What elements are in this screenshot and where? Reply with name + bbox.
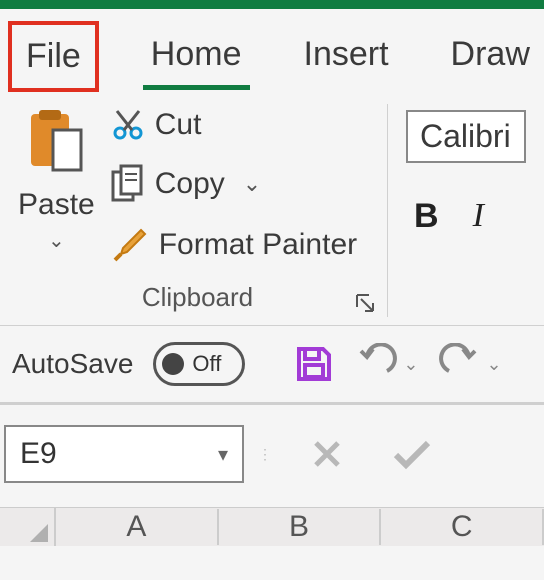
autosave-label: AutoSave: [12, 348, 133, 380]
group-label-clipboard: Clipboard: [8, 282, 387, 313]
tab-home[interactable]: Home: [141, 27, 252, 88]
tab-file[interactable]: File: [8, 21, 99, 92]
cut-button[interactable]: Cut: [111, 108, 357, 142]
quick-access-toolbar: AutoSave Off ⌄ ⌄: [0, 326, 544, 405]
dropdown-icon[interactable]: ▾: [218, 442, 228, 467]
undo-icon: [355, 343, 397, 385]
column-header[interactable]: A: [56, 509, 219, 545]
redo-button[interactable]: ⌄: [439, 343, 502, 385]
copy-button[interactable]: Copy ⌄: [111, 164, 357, 204]
bold-button[interactable]: B: [414, 197, 439, 236]
select-all-triangle[interactable]: [0, 508, 56, 546]
name-box[interactable]: E9 ▾: [4, 425, 244, 483]
save-icon: [293, 343, 335, 385]
chevron-down-icon[interactable]: ⌄: [403, 354, 418, 375]
copy-icon: [111, 164, 145, 204]
chevron-down-icon[interactable]: ⌄: [48, 228, 65, 253]
copy-label: Copy: [155, 167, 225, 201]
chevron-down-icon[interactable]: ⌄: [243, 171, 261, 197]
ribbon: Paste ⌄ Cut: [0, 88, 544, 326]
italic-button[interactable]: I: [473, 197, 484, 236]
cut-label: Cut: [155, 108, 202, 142]
enter-formula-icon[interactable]: [392, 437, 432, 471]
column-headers: A B C: [0, 508, 544, 546]
group-clipboard: Paste ⌄ Cut: [8, 104, 388, 317]
window-title-bar: [0, 0, 544, 9]
cell-reference: E9: [20, 437, 57, 471]
formula-bar: E9 ▾ ⋮: [0, 405, 544, 508]
toggle-knob: [162, 353, 184, 375]
resize-handle[interactable]: ⋮: [260, 425, 270, 483]
column-header[interactable]: B: [219, 509, 382, 545]
clipboard-icon: [25, 108, 87, 178]
tab-draw[interactable]: Draw: [441, 27, 540, 88]
redo-icon: [439, 343, 481, 385]
group-font: Calibri B I: [388, 104, 536, 317]
tab-insert[interactable]: Insert: [294, 27, 399, 88]
paste-label: Paste: [18, 188, 95, 222]
scissors-icon: [111, 108, 145, 142]
format-painter-button[interactable]: Format Painter: [111, 226, 357, 264]
column-header[interactable]: C: [381, 509, 544, 545]
chevron-down-icon[interactable]: ⌄: [487, 354, 502, 375]
font-name-combobox[interactable]: Calibri: [406, 110, 526, 163]
save-button[interactable]: [293, 343, 335, 385]
cancel-formula-icon[interactable]: [310, 437, 344, 471]
toggle-state: Off: [192, 351, 221, 377]
format-painter-label: Format Painter: [159, 228, 357, 262]
dialog-launcher-icon[interactable]: [355, 293, 375, 313]
autosave-toggle[interactable]: Off: [153, 342, 245, 386]
paintbrush-icon: [111, 226, 149, 264]
undo-button[interactable]: ⌄: [355, 343, 418, 385]
ribbon-tabs: File Home Insert Draw: [0, 9, 544, 88]
